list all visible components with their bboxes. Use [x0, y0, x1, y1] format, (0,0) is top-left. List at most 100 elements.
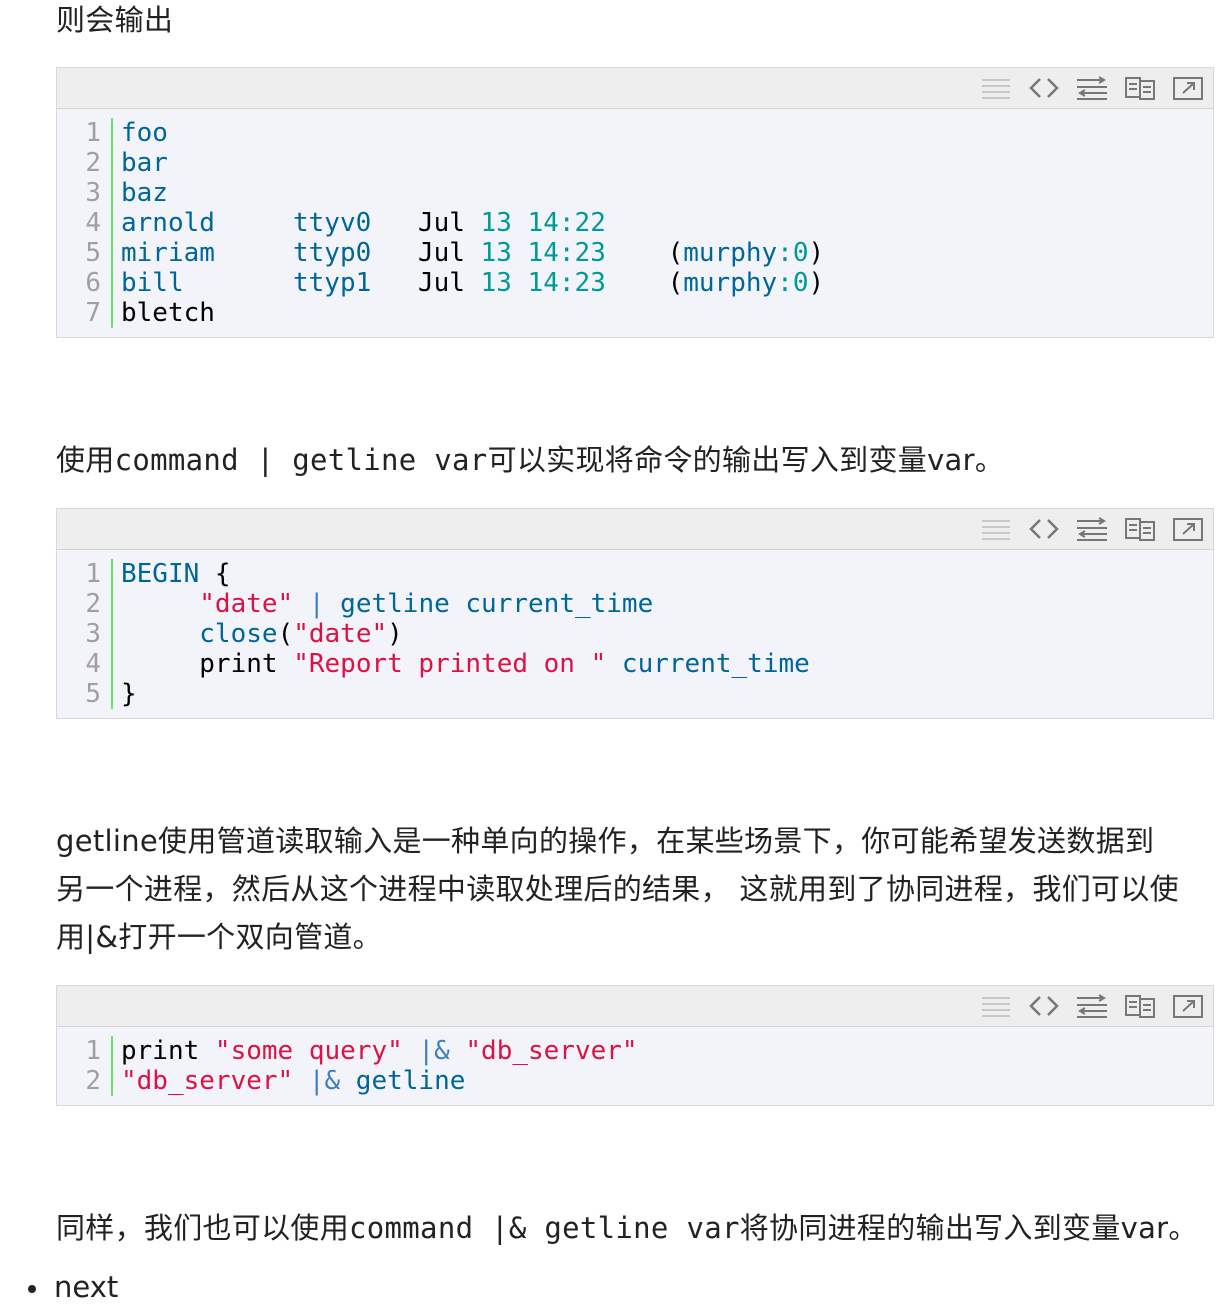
inline-code: command | getline var	[114, 443, 488, 477]
code-token: )	[808, 268, 825, 298]
text: 同样，我们也可以使用	[56, 1211, 350, 1245]
line-number: 2	[57, 1066, 113, 1096]
code-token: (	[277, 619, 294, 649]
line-number: 3	[57, 619, 113, 649]
code-token: close	[199, 619, 278, 649]
code-toolbar	[57, 509, 1213, 550]
code-token: )	[808, 238, 825, 268]
paragraph-coprocess: getline使用管道读取输入是一种单向的操作，在某些场景下，你可能希望发送数据…	[56, 817, 1179, 961]
code-token: {	[199, 559, 231, 589]
code-line: 4 print "Report printed on " current_tim…	[57, 649, 1213, 679]
line-number: 3	[57, 178, 113, 208]
code-block-output: 1 foo 2 bar 3 baz 4 arnold ttyv0 Jul 13 14:22 …	[56, 67, 1214, 338]
code-token: 14:23	[527, 238, 606, 268]
code-token: BEGIN	[121, 559, 200, 589]
code-line: 1 BEGIN {	[57, 559, 1213, 589]
popup-icon[interactable]	[1171, 74, 1205, 102]
text: 可以实现将命令的输出写入到变量var。	[487, 443, 1005, 477]
text: 使用	[56, 443, 115, 477]
code-token: "db_server"	[121, 1066, 294, 1096]
code-token: bill	[121, 268, 184, 298]
code-token: )	[387, 619, 403, 649]
copy-icon[interactable]	[1123, 992, 1157, 1020]
paragraph-coprocess-var: 同样，我们也可以使用command |& getline var将协同进程的输出…	[56, 1204, 1198, 1252]
code-token: 13	[480, 268, 512, 298]
code-token: current_time	[606, 649, 810, 679]
paragraph-getline-var: 使用command | getline var可以实现将命令的输出写入到变量va…	[56, 436, 1004, 484]
code-line: 1 foo	[57, 118, 1213, 148]
line-number: 1	[57, 118, 113, 148]
code-token: ttyp1	[293, 268, 372, 298]
code-token: murphy	[683, 268, 778, 298]
code-line: 1 print "some query" |& "db_server"	[57, 1036, 1213, 1066]
code-line: 5}	[57, 679, 1213, 709]
toggle-plain-icon[interactable]	[1027, 74, 1061, 102]
code-token: 14:23	[527, 268, 606, 298]
inline-code: command |& getline var	[349, 1211, 740, 1245]
code-token: :0	[777, 238, 809, 268]
code-toolbar	[57, 68, 1213, 109]
code-token: |	[293, 589, 341, 619]
line-number: 4	[57, 649, 113, 679]
text-line: getline使用管道读取输入是一种单向的操作，在某些场景下，你可能希望发送数据…	[56, 824, 1155, 858]
wrap-lines-icon[interactable]	[1075, 515, 1109, 543]
code-token: bar	[121, 148, 168, 178]
popup-icon[interactable]	[1171, 992, 1205, 1020]
view-source-icon[interactable]	[979, 515, 1013, 543]
text-line: 用|&打开一个双向管道。	[56, 920, 382, 954]
wrap-lines-icon[interactable]	[1075, 992, 1109, 1020]
copy-icon[interactable]	[1123, 74, 1157, 102]
code-token: miriam	[121, 238, 215, 268]
code-token: ttyp0	[293, 238, 372, 268]
code-line: 6 bill ttyp1 Jul 13 14:23 (murphy:0)	[57, 268, 1213, 298]
view-source-icon[interactable]	[979, 74, 1013, 102]
code-token: foo	[121, 118, 168, 148]
code-token: getline current_time	[340, 589, 654, 619]
text: 将协同进程的输出写入到变量var。	[739, 1211, 1198, 1245]
code-line: 4 arnold ttyv0 Jul 13 14:22	[57, 208, 1213, 238]
code-token: (	[667, 268, 684, 298]
code-token: Jul	[418, 268, 465, 298]
copy-icon[interactable]	[1123, 515, 1157, 543]
code-line: 2 "db_server" |& getline	[57, 1066, 1213, 1096]
code-token: "some query"	[214, 1036, 403, 1066]
code-token: :0	[777, 268, 809, 298]
line-number: 1	[57, 559, 113, 589]
code-token: print	[121, 1036, 215, 1066]
line-number: 5	[57, 238, 113, 268]
code-line: 5 miriam ttyp0 Jul 13 14:23 (murphy:0)	[57, 238, 1213, 268]
line-number: 2	[57, 148, 113, 178]
code-token: Jul	[418, 238, 465, 268]
code-token: "date"	[293, 619, 388, 649]
toggle-plain-icon[interactable]	[1027, 992, 1061, 1020]
code-token: |&	[402, 1036, 450, 1066]
code-line: 2 "date" | getline current_time	[57, 589, 1213, 619]
code-token: print	[199, 649, 294, 679]
code-line: 2 bar	[57, 148, 1213, 178]
code-block-begin: 1 BEGIN { 2 "date" | getline current_time…	[56, 508, 1214, 719]
code-token: baz	[121, 178, 168, 208]
code-block-coprocess: 1 print "some query" |& "db_server" 2 "db_…	[56, 985, 1214, 1106]
line-number: 1	[57, 1036, 113, 1066]
code-token: murphy	[683, 238, 778, 268]
line-number: 4	[57, 208, 113, 238]
line-number: 2	[57, 589, 113, 619]
list-item: next	[28, 1271, 118, 1303]
code-token: arnold	[121, 208, 215, 238]
line-number: 6	[57, 268, 113, 298]
toggle-plain-icon[interactable]	[1027, 515, 1061, 543]
code-token: bletch	[121, 298, 215, 328]
popup-icon[interactable]	[1171, 515, 1205, 543]
code-token: Jul	[418, 208, 465, 238]
code-token: "db_server"	[465, 1036, 638, 1066]
line-number: 5	[57, 679, 113, 709]
code-toolbar	[57, 986, 1213, 1027]
text-line: 另一个进程，然后从这个进程中读取处理后的结果， 这就用到了协同进程，我们可以使	[56, 872, 1179, 906]
view-source-icon[interactable]	[979, 992, 1013, 1020]
code-token: }	[121, 679, 137, 709]
bullet-icon	[28, 1285, 36, 1293]
code-token: getline	[340, 1066, 466, 1096]
code-line: 3 close("date")	[57, 619, 1213, 649]
wrap-lines-icon[interactable]	[1075, 74, 1109, 102]
list-item-link[interactable]: next	[54, 1270, 118, 1304]
